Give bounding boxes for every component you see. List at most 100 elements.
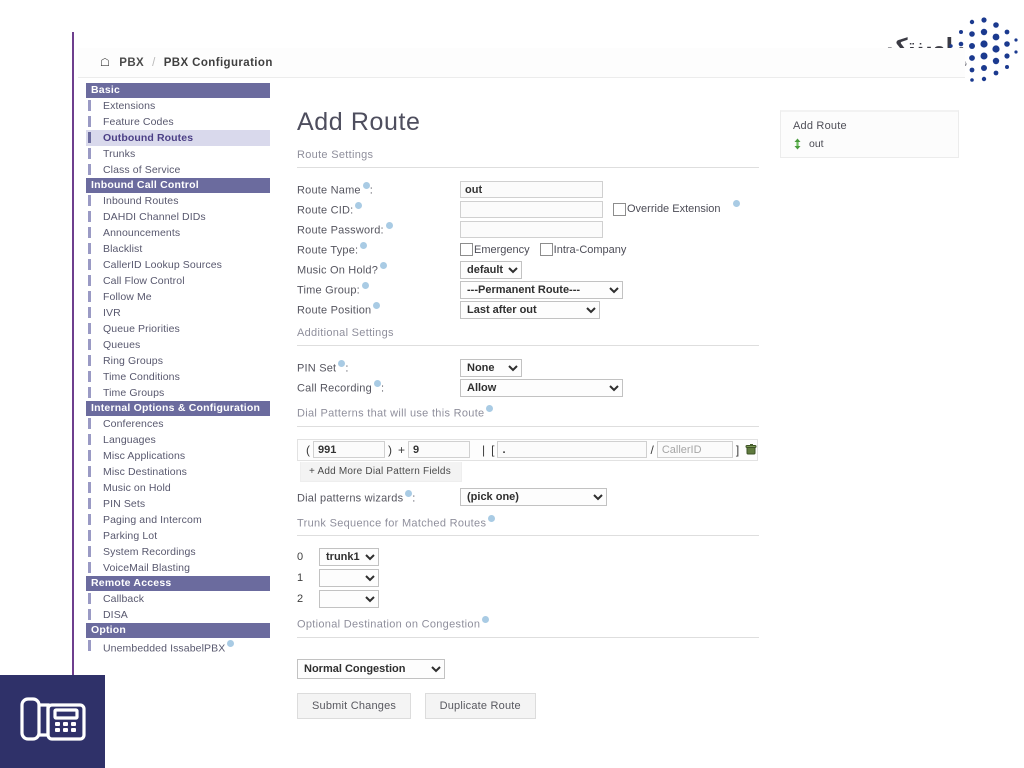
sidebar-item-call-flow-control[interactable]: Call Flow Control bbox=[86, 273, 270, 289]
desk-phone-icon bbox=[20, 697, 86, 741]
route-position-select[interactable]: Last after out bbox=[460, 300, 600, 319]
sidebar-item-queues[interactable]: Queues bbox=[86, 337, 270, 353]
help-icon[interactable] bbox=[362, 182, 370, 190]
route-type-label: Route Type: bbox=[297, 242, 460, 257]
pin-set-label: PIN Set: bbox=[297, 360, 460, 375]
main-content: Add Route Route Settings Route Name: Rou… bbox=[297, 108, 759, 719]
sidebar-item-feature-codes[interactable]: Feature Codes bbox=[86, 114, 270, 130]
sidebar-item-conferences[interactable]: Conferences bbox=[86, 416, 270, 432]
help-icon[interactable] bbox=[355, 202, 363, 210]
sidebar-item-extensions[interactable]: Extensions bbox=[86, 98, 270, 114]
sidebar-item-pin-sets[interactable]: PIN Sets bbox=[86, 496, 270, 512]
route-password-input[interactable] bbox=[460, 221, 603, 238]
sidebar-item-follow-me[interactable]: Follow Me bbox=[86, 289, 270, 305]
home-icon[interactable]: ☖ bbox=[100, 56, 110, 69]
sidebar: Basic Extensions Feature Codes Outbound … bbox=[86, 83, 270, 657]
trunk-select-1[interactable] bbox=[319, 569, 379, 588]
sidebar-header-inbound-call-control: Inbound Call Control bbox=[86, 178, 270, 193]
time-group-select[interactable]: ---Permanent Route--- bbox=[460, 280, 623, 299]
field-row-music-on-hold: Music On Hold? default bbox=[297, 260, 759, 279]
dial-pattern-prefix-input[interactable] bbox=[408, 441, 471, 459]
help-icon[interactable] bbox=[385, 222, 393, 230]
right-panel-item-out[interactable]: out bbox=[781, 137, 958, 151]
route-name-label: Route Name: bbox=[297, 182, 460, 197]
help-icon[interactable] bbox=[361, 282, 369, 290]
dial-pattern-pipe: | bbox=[482, 442, 486, 457]
emergency-checkbox[interactable] bbox=[460, 243, 473, 256]
pin-set-select[interactable]: None bbox=[460, 358, 522, 377]
help-icon[interactable] bbox=[227, 639, 235, 647]
sidebar-item-misc-destinations[interactable]: Misc Destinations bbox=[86, 464, 270, 480]
congestion-destination-select[interactable]: Normal Congestion bbox=[297, 658, 445, 679]
override-extension-checkbox[interactable] bbox=[613, 202, 626, 216]
sidebar-item-misc-applications[interactable]: Misc Applications bbox=[86, 448, 270, 464]
sidebar-item-voicemail-blasting[interactable]: VoiceMail Blasting bbox=[86, 560, 270, 576]
sidebar-item-blacklist[interactable]: Blacklist bbox=[86, 241, 270, 257]
additional-settings-label: Additional Settings bbox=[297, 327, 394, 339]
breadcrumb-current: PBX Configuration bbox=[163, 56, 273, 69]
sidebar-header-option: Option bbox=[86, 623, 270, 638]
sidebar-item-ivr[interactable]: IVR bbox=[86, 305, 270, 321]
route-settings-label: Route Settings bbox=[297, 149, 374, 161]
sidebar-item-ring-groups[interactable]: Ring Groups bbox=[86, 353, 270, 369]
sidebar-item-queue-priorities[interactable]: Queue Priorities bbox=[86, 321, 270, 337]
call-recording-label: Call Recording: bbox=[297, 380, 460, 395]
help-icon[interactable] bbox=[488, 514, 496, 522]
dial-pattern-match-input[interactable] bbox=[497, 441, 648, 459]
right-panel-title: Add Route bbox=[793, 120, 847, 132]
field-row-dial-wizards: Dial patterns wizards: (pick one) bbox=[297, 488, 759, 507]
sidebar-item-announcements[interactable]: Announcements bbox=[86, 225, 270, 241]
divider bbox=[297, 167, 759, 168]
dial-pattern-prepend-input[interactable] bbox=[313, 441, 385, 459]
dial-pattern-callerid-input[interactable] bbox=[656, 441, 733, 459]
field-row-time-group: Time Group: ---Permanent Route--- bbox=[297, 280, 759, 299]
sidebar-item-dahdi-channel-dids[interactable]: DAHDI Channel DIDs bbox=[86, 209, 270, 225]
trunk-row: 1 bbox=[297, 569, 759, 588]
sidebar-header-internal-options: Internal Options & Configuration bbox=[86, 401, 270, 416]
sidebar-item-disa[interactable]: DISA bbox=[86, 607, 270, 623]
sidebar-item-outbound-routes[interactable]: Outbound Routes bbox=[86, 130, 270, 146]
dial-wizards-select[interactable]: (pick one) bbox=[460, 488, 607, 507]
field-row-pin-set: PIN Set: None bbox=[297, 358, 759, 377]
sidebar-item-music-on-hold[interactable]: Music on Hold bbox=[86, 480, 270, 496]
sidebar-item-callback[interactable]: Callback bbox=[86, 591, 270, 607]
intra-company-checkbox[interactable] bbox=[539, 243, 553, 256]
sidebar-item-parking-lot[interactable]: Parking Lot bbox=[86, 528, 270, 544]
sidebar-item-languages[interactable]: Languages bbox=[86, 432, 270, 448]
sidebar-item-time-conditions[interactable]: Time Conditions bbox=[86, 369, 270, 385]
dial-pattern-bracket-close: ] bbox=[735, 442, 740, 457]
sidebar-item-class-of-service[interactable]: Class of Service bbox=[86, 162, 270, 178]
sidebar-item-inbound-routes[interactable]: Inbound Routes bbox=[86, 193, 270, 209]
sidebar-item-trunks[interactable]: Trunks bbox=[86, 146, 270, 162]
sidebar-item-paging-and-intercom[interactable]: Paging and Intercom bbox=[86, 512, 270, 528]
duplicate-route-button[interactable]: Duplicate Route bbox=[424, 692, 536, 719]
help-icon[interactable] bbox=[373, 302, 381, 310]
left-accent-rule bbox=[72, 32, 74, 677]
help-icon[interactable] bbox=[482, 616, 490, 624]
breadcrumb-root[interactable]: PBX bbox=[119, 57, 144, 69]
call-recording-select[interactable]: Allow bbox=[460, 378, 623, 397]
help-icon[interactable] bbox=[732, 200, 740, 208]
help-icon[interactable] bbox=[380, 262, 388, 270]
trunk-select-2[interactable] bbox=[319, 590, 379, 609]
route-position-label: Route Position bbox=[297, 302, 460, 317]
trash-icon[interactable] bbox=[745, 443, 758, 456]
sidebar-item-system-recordings[interactable]: System Recordings bbox=[86, 544, 270, 560]
breadcrumb: ☖ PBX / PBX Configuration bbox=[78, 48, 965, 78]
route-cid-label: Route CID: bbox=[297, 202, 460, 217]
field-row-route-password: Route Password: bbox=[297, 220, 759, 239]
help-icon[interactable] bbox=[486, 405, 494, 412]
route-cid-input[interactable] bbox=[460, 200, 603, 218]
submit-changes-button[interactable]: Submit Changes bbox=[297, 692, 412, 719]
route-name-input[interactable] bbox=[460, 181, 603, 198]
add-more-dial-pattern-fields-button[interactable]: + Add More Dial Pattern Fields bbox=[300, 461, 462, 482]
sidebar-item-time-groups[interactable]: Time Groups bbox=[86, 385, 270, 401]
music-on-hold-select[interactable]: default bbox=[460, 260, 522, 279]
help-icon[interactable] bbox=[373, 380, 381, 388]
trunk-select-0[interactable]: trunk1 bbox=[319, 548, 379, 567]
help-icon[interactable] bbox=[360, 242, 368, 250]
sidebar-item-unembedded-issabelpbx[interactable]: Unembedded IssabelPBX bbox=[86, 638, 270, 657]
page-root: راوینتک فناوری اطلاعات آروند ارتباط راوی… bbox=[0, 0, 1024, 768]
sidebar-item-label: Unembedded IssabelPBX bbox=[103, 642, 226, 654]
sidebar-item-callerid-lookup-sources[interactable]: CallerID Lookup Sources bbox=[86, 257, 270, 273]
